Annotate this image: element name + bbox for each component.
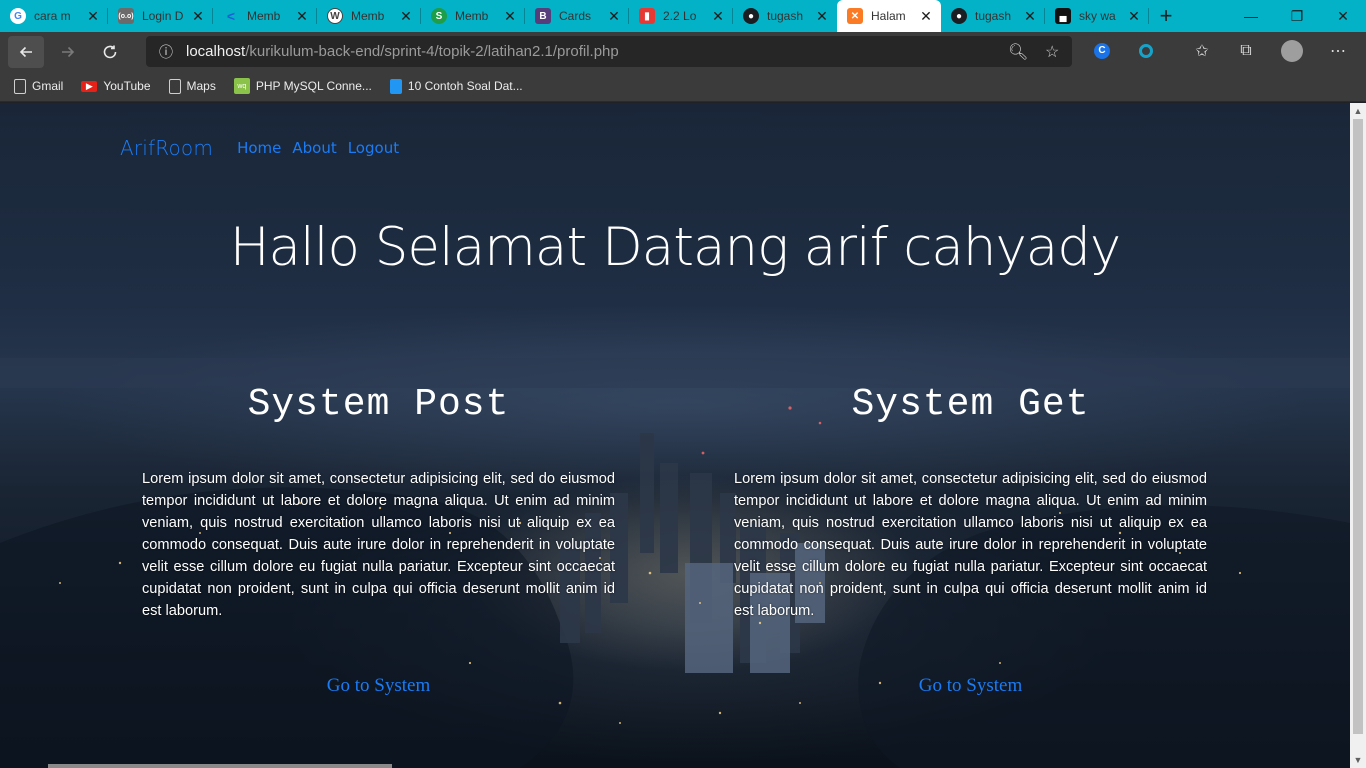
system-get-section: System Get Lorem ipsum dolor sit amet, c… (734, 383, 1207, 696)
collections-icon[interactable]: ⧉ (1234, 39, 1258, 63)
tab-title: cara m (34, 9, 71, 23)
info-icon[interactable]: ⓘ (152, 42, 180, 62)
unsplash-icon: ▄ (1055, 8, 1071, 24)
close-tab-icon[interactable]: ✕ (295, 8, 309, 25)
bookmark-maps[interactable]: Maps (168, 78, 216, 94)
bookmark-gmail[interactable]: Gmail (14, 78, 63, 94)
browser-tab[interactable]: ▄ sky wa ✕ (1045, 0, 1149, 32)
close-tab-icon[interactable]: ✕ (711, 8, 725, 25)
tab-strip: G cara m ✕ (o.o) Login D ✕ < Memb ✕ W Me… (0, 0, 1366, 32)
address-bar[interactable]: ⓘ localhost/kurikulum-back-end/sprint-4/… (146, 36, 1072, 67)
close-tab-icon[interactable]: ✕ (1127, 8, 1141, 25)
section-text: Lorem ipsum dolor sit amet, consectetur … (142, 471, 615, 619)
scrollbar-thumb[interactable] (1353, 119, 1363, 734)
close-tab-icon[interactable]: ✕ (919, 8, 933, 25)
s-icon: S (431, 8, 447, 24)
browser-tab-active[interactable]: ✕ Halam ✕ (837, 0, 941, 32)
login-page-icon: (o.o) (118, 8, 134, 24)
tab-title: Cards (559, 9, 592, 23)
site-brand[interactable]: ArifRoom (120, 136, 213, 160)
bootstrap-icon: B (535, 8, 551, 24)
arrow-left-icon (19, 46, 32, 57)
tab-title: Login D (142, 9, 184, 23)
browser-tab[interactable]: G cara m ✕ (0, 0, 108, 32)
close-tab-icon[interactable]: ✕ (815, 8, 829, 25)
membership-icon: < (226, 8, 236, 24)
site-navbar: ArifRoom Home About Logout (120, 136, 410, 160)
nav-link-logout[interactable]: Logout (348, 139, 399, 157)
reload-button[interactable] (92, 36, 128, 68)
horizontal-scrollbar[interactable] (48, 764, 392, 768)
close-tab-icon[interactable]: ✕ (607, 8, 621, 25)
forward-button[interactable] (50, 36, 86, 68)
wordpress-icon: W (327, 8, 343, 24)
minimize-button[interactable]: — (1228, 0, 1274, 32)
tab-title: tugash (975, 9, 1012, 23)
close-tab-icon[interactable]: ✕ (503, 8, 517, 25)
extension-record-icon[interactable] (1134, 39, 1158, 63)
close-tab-icon[interactable]: ✕ (191, 8, 205, 25)
go-to-system-get-link[interactable]: Go to System (734, 675, 1207, 697)
browser-tab[interactable]: ● tugash ✕ (941, 0, 1045, 32)
page-icon (168, 78, 181, 94)
browser-tab[interactable]: < Memb ✕ (213, 0, 317, 32)
tab-title: tugash (767, 9, 804, 23)
browser-tab[interactable]: ▮ 2.2 Lo ✕ (629, 0, 733, 32)
bookmark-contoh-soal[interactable]: 10 Contoh Soal Dat... (389, 78, 523, 94)
favorite-star-icon[interactable]: ☆ (1045, 42, 1059, 62)
browser-tab[interactable]: (o.o) Login D ✕ (108, 0, 213, 32)
php-icon: wq (233, 78, 250, 94)
scroll-up-arrow-icon[interactable]: ▲ (1350, 103, 1366, 119)
close-tab-icon[interactable]: ✕ (1023, 8, 1037, 25)
browser-tab[interactable]: ● tugash ✕ (733, 0, 837, 32)
nav-link-home[interactable]: Home (237, 139, 281, 157)
scroll-down-arrow-icon[interactable]: ▼ (1350, 752, 1366, 768)
bookmark-youtube[interactable]: ▶ YouTube (81, 79, 151, 93)
browser-tab[interactable]: W Memb ✕ (317, 0, 421, 32)
close-tab-icon[interactable]: ✕ (399, 8, 413, 25)
close-tab-icon[interactable]: ✕ (86, 8, 100, 25)
tab-title: Memb (351, 9, 385, 23)
doc-icon (389, 78, 402, 94)
page-icon (14, 78, 26, 94)
url-text[interactable]: localhost/kurikulum-back-end/sprint-4/to… (186, 43, 619, 60)
extension-c-icon[interactable]: C (1090, 39, 1114, 63)
github-icon: ● (743, 8, 759, 24)
xampp-icon: ✕ (847, 8, 863, 24)
more-menu-icon[interactable]: ⋯ (1326, 39, 1350, 63)
github-icon: ● (951, 8, 967, 24)
close-window-button[interactable]: ✕ (1320, 0, 1366, 32)
browser-tab[interactable]: B Cards ✕ (525, 0, 629, 32)
tab-title: Memb (455, 9, 489, 23)
favorites-list-icon[interactable]: ✩ (1190, 39, 1214, 63)
browser-tab[interactable]: S Memb ✕ (421, 0, 525, 32)
tab-title: Halam (871, 9, 906, 23)
section-title: System Post (247, 383, 510, 426)
tab-title: 2.2 Lo (663, 9, 697, 23)
new-tab-button[interactable]: + (1149, 0, 1183, 32)
go-to-system-post-link[interactable]: Go to System (142, 675, 615, 697)
back-button[interactable] (8, 35, 44, 68)
nav-link-about[interactable]: About (292, 139, 336, 157)
youtube-icon: ▶ (81, 80, 98, 92)
reload-icon (103, 45, 117, 58)
bookmark-php-mysql[interactable]: wq PHP MySQL Conne... (233, 78, 372, 94)
course-icon: ▮ (639, 8, 655, 24)
tab-title: sky wa (1079, 9, 1116, 23)
arrow-right-icon (62, 46, 75, 57)
section-text: Lorem ipsum dolor sit amet, consectetur … (734, 471, 1207, 619)
zoom-key-icon[interactable]: 🔍︎ (1008, 42, 1028, 62)
vertical-scrollbar[interactable]: ▲ ▼ (1350, 103, 1366, 768)
welcome-heading: Hallo Selamat Datang arif cahyady (229, 217, 1122, 278)
page-viewport: ArifRoom Home About Logout Hallo Selamat… (0, 103, 1350, 768)
tab-title: Memb (247, 9, 281, 23)
section-title: System Get (851, 383, 1090, 426)
system-post-section: System Post Lorem ipsum dolor sit amet, … (142, 383, 615, 696)
maximize-button[interactable]: ❐ (1274, 0, 1320, 32)
profile-avatar-icon[interactable] (1280, 39, 1304, 63)
bookmarks-bar: Gmail ▶ YouTube Maps wq PHP MySQL Conne.… (0, 71, 1366, 102)
google-icon: G (10, 8, 26, 24)
